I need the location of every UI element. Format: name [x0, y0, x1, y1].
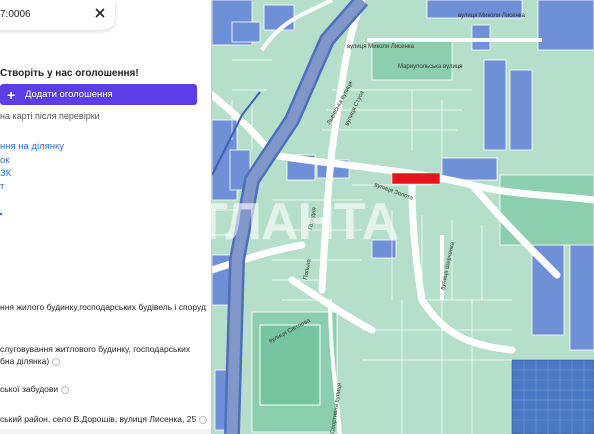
selected-parcel[interactable] — [391, 172, 441, 185]
bullet-dot — [0, 213, 2, 215]
address-text: ський район, село В.Дорошів, вулиця Лисе… — [0, 414, 208, 424]
info-icon[interactable] — [199, 415, 208, 424]
plus-icon: + — [7, 86, 16, 103]
promo-note: на карті після перевірки — [0, 111, 100, 121]
info-icon[interactable] — [61, 385, 70, 394]
link-4[interactable]: т — [0, 181, 4, 192]
usage-line-2: бна ділянка) — [0, 356, 61, 366]
development-text: ської забудови — [0, 384, 70, 394]
panel-footer — [0, 429, 211, 434]
add-listing-button[interactable]: + Додати оголошення — [0, 84, 197, 105]
info-icon[interactable] — [52, 357, 61, 366]
street-label-ploshcha: Мариупольська вулиця — [398, 64, 463, 70]
street-label-lysenka: вулиця Миколи Лисенка — [347, 44, 415, 50]
street-label-lysenka-2: вулиця Миколи Лисенка — [458, 13, 526, 19]
close-icon[interactable] — [93, 6, 107, 20]
promo-title: Створіть у нас оголошення! — [0, 68, 139, 79]
search-box[interactable]: 7:0006 — [0, 0, 115, 30]
watermark: АТЛАНТА — [162, 193, 399, 251]
link-3[interactable]: ЗК — [0, 168, 11, 179]
add-listing-label: Додати оголошення — [25, 89, 113, 100]
usage-line-1: слуговування житлового будинку, господар… — [0, 344, 191, 354]
link-2[interactable]: ок — [0, 155, 9, 166]
link-parcel[interactable]: ння на ділянку — [0, 141, 64, 152]
search-input[interactable]: 7:0006 — [0, 9, 31, 20]
purpose-text: ння жилого будинку,господарських будівел… — [0, 302, 206, 312]
